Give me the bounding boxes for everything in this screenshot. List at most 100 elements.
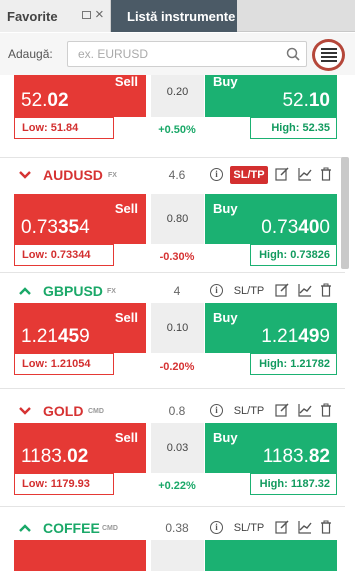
sell-price: 1183.02: [21, 446, 89, 467]
tab-favorites[interactable]: Favorite ×: [0, 0, 111, 32]
sell-label: Sell: [114, 310, 138, 325]
spread-pips: 4: [173, 284, 181, 298]
search-box: [67, 41, 307, 67]
instrument-symbol[interactable]: AUDUSD: [43, 167, 103, 183]
sell-label: Sell: [114, 201, 138, 216]
chart-icon[interactable]: [297, 402, 313, 418]
sell-price: 1.21459: [21, 326, 90, 347]
sell-button[interactable]: [14, 540, 146, 571]
edit-icon[interactable]: [274, 402, 290, 418]
sell-button[interactable]: Sell 1183.02: [14, 423, 146, 473]
spread-value: 0.10: [151, 303, 204, 353]
sell-button[interactable]: Sell 0.73354: [14, 194, 146, 244]
scrollbar[interactable]: [341, 157, 349, 269]
buy-label: Buy: [213, 310, 238, 325]
trash-icon[interactable]: [318, 519, 334, 535]
sell-button[interactable]: Sell 1.21459: [14, 303, 146, 353]
spread-value: 0.80: [151, 194, 204, 244]
buy-price: 1183.82: [262, 446, 330, 467]
high-value: High: 52.35: [250, 117, 337, 139]
spread-pips: 4.6: [168, 168, 186, 182]
buy-price: 52.10: [282, 90, 330, 111]
tab-favorites-label: Favorite: [7, 9, 58, 24]
info-icon[interactable]: i: [210, 404, 223, 417]
low-value: Low: 1.21054: [14, 353, 114, 375]
instrument-list: Sell 52.02 0.20 Buy 52.10 Low: 51.84 +0.…: [0, 75, 355, 571]
chevron-up-icon[interactable]: [17, 520, 33, 536]
buy-label: Buy: [213, 430, 238, 445]
buy-button[interactable]: Buy 0.73400: [205, 194, 337, 244]
search-input[interactable]: [68, 42, 278, 66]
row-divider: [0, 506, 345, 507]
sltp-button[interactable]: SL/TP: [230, 282, 268, 300]
instrument-category: FX: [107, 288, 116, 295]
high-value: High: 0.73826: [250, 244, 337, 266]
close-icon[interactable]: ×: [95, 6, 104, 24]
edit-icon[interactable]: [274, 519, 290, 535]
low-value: Low: 0.73344: [14, 244, 114, 266]
tab-instrument-list-label: Listă instrumente: [127, 9, 236, 24]
chevron-up-icon[interactable]: [17, 283, 33, 299]
sltp-button[interactable]: SL/TP: [230, 402, 268, 420]
window-icon[interactable]: [82, 11, 91, 19]
info-icon[interactable]: i: [210, 168, 223, 181]
tab-bar: Favorite × Listă instrumente: [0, 0, 355, 32]
sell-price: 0.73354: [21, 217, 90, 238]
high-value: High: 1187.32: [250, 473, 337, 495]
low-value: Low: 51.84: [14, 117, 114, 139]
buy-label: Buy: [213, 201, 238, 216]
instrument-category: CMD: [88, 408, 104, 415]
add-label: Adaugă:: [8, 47, 53, 61]
spread-value: 0.20: [151, 75, 204, 117]
chart-icon[interactable]: [297, 166, 313, 182]
buy-label: Buy: [213, 75, 238, 89]
chart-icon[interactable]: [297, 282, 313, 298]
row-divider: [0, 388, 345, 389]
chevron-down-icon[interactable]: [17, 403, 33, 419]
spread-pips: 0.38: [165, 521, 189, 535]
instrument-header: AUDUSD FX 4.6 i SL/TP: [0, 159, 345, 191]
sell-label: Sell: [114, 75, 138, 89]
low-value: Low: 1179.93: [14, 473, 114, 495]
instrument-category: FX: [108, 172, 117, 179]
edit-icon[interactable]: [274, 282, 290, 298]
row-divider: [0, 157, 345, 158]
sltp-button[interactable]: SL/TP: [230, 519, 268, 537]
edit-icon[interactable]: [274, 166, 290, 182]
instrument-symbol[interactable]: COFFEE: [43, 520, 100, 536]
change-value: -0.30%: [159, 251, 195, 263]
chevron-down-icon[interactable]: [17, 167, 33, 183]
buy-button[interactable]: [205, 540, 337, 571]
trash-icon[interactable]: [318, 282, 334, 298]
spread-pips: 0.8: [168, 404, 186, 418]
chart-icon[interactable]: [297, 519, 313, 535]
menu-icon: [321, 48, 337, 50]
toolbar: Adaugă:: [0, 33, 355, 75]
change-value: -0.20%: [159, 361, 195, 373]
change-value: +0.50%: [158, 124, 196, 136]
buy-button[interactable]: Buy 1183.82: [205, 423, 337, 473]
row-divider: [0, 272, 345, 273]
buy-price: 1.21499: [261, 326, 330, 347]
trash-icon[interactable]: [318, 166, 334, 182]
spread-value: 0.03: [151, 423, 204, 473]
info-icon[interactable]: i: [210, 521, 223, 534]
instrument-symbol[interactable]: GOLD: [43, 403, 83, 419]
trash-icon[interactable]: [318, 402, 334, 418]
instrument-category: CMD: [102, 525, 118, 532]
sell-label: Sell: [114, 430, 138, 445]
sell-price: 52.02: [21, 90, 69, 111]
sell-button[interactable]: Sell 52.02: [14, 75, 146, 117]
high-value: High: 1.21782: [250, 353, 337, 375]
buy-button[interactable]: Buy 52.10: [205, 75, 337, 117]
buy-button[interactable]: Buy 1.21499: [205, 303, 337, 353]
instrument-symbol[interactable]: GBPUSD: [43, 283, 103, 299]
sltp-button[interactable]: SL/TP: [230, 166, 268, 184]
change-value: +0.22%: [158, 480, 196, 492]
menu-button[interactable]: [312, 39, 345, 71]
search-icon[interactable]: [286, 47, 300, 61]
spread-value: [151, 540, 204, 571]
tab-instrument-list[interactable]: Listă instrumente: [111, 0, 237, 32]
info-icon[interactable]: i: [210, 284, 223, 297]
buy-price: 0.73400: [261, 217, 330, 238]
